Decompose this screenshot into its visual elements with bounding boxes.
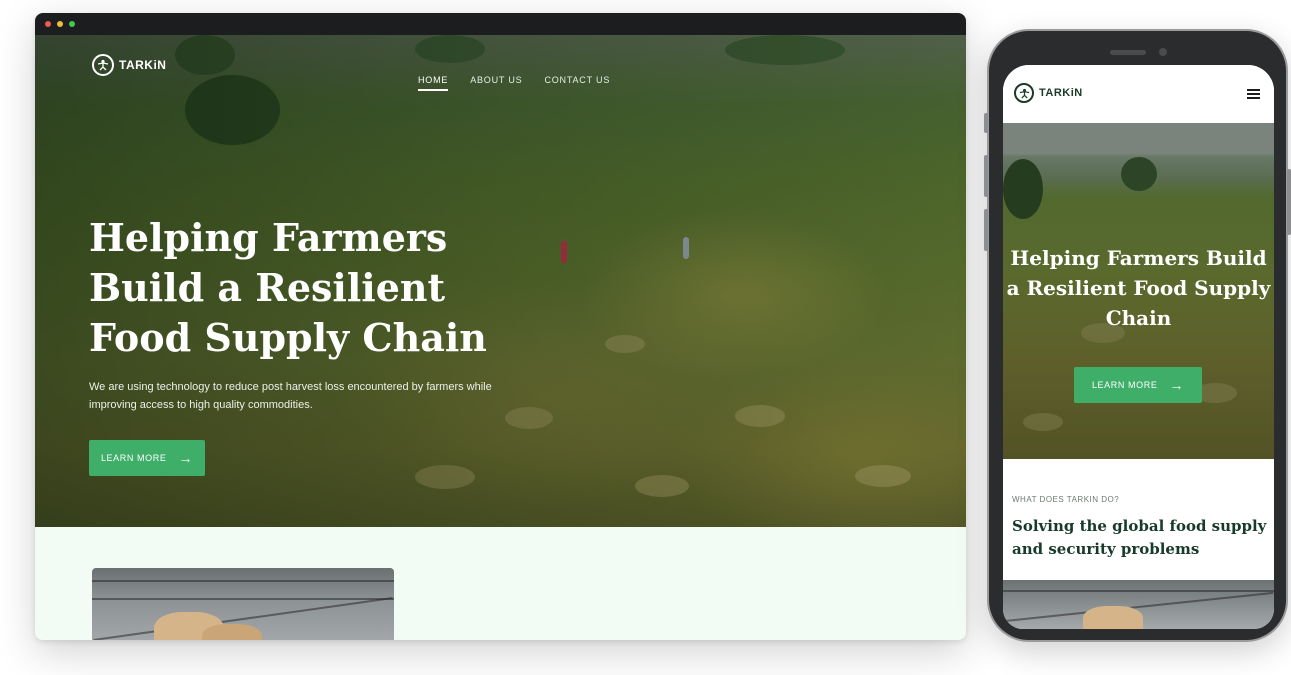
arrow-right-icon: → [178,450,194,466]
brand-logo[interactable]: TARKiN [92,54,166,76]
minimize-window-dot[interactable] [57,21,63,27]
mobile-hero-section: Helping Farmers Build a Resilient Food S… [1003,123,1274,459]
nav-item-about-us[interactable]: ABOUT US [470,75,522,91]
roof-beam [1003,590,1274,592]
logo-icon [92,54,114,76]
browser-title-bar [35,13,966,35]
phone-camera [1159,48,1167,56]
content-section [35,527,966,640]
hero-section: TARKiN HOME ABOUT US CONTACT US Helping … [35,35,966,527]
mobile-brand-logo[interactable]: TARKiN [1014,83,1083,103]
phone-side-button [984,155,988,197]
grain-sack [202,624,262,640]
mobile-learn-more-button[interactable]: LEARN MORE → [1074,367,1202,403]
mobile-screen: TARKiN Helping Farmers Build a Resilient… [1003,65,1274,629]
roof-beam [92,598,394,600]
grain-sack [1083,606,1143,629]
mobile-hero-title: Helping Farmers Build a Resilient Food S… [1006,246,1271,330]
maximize-window-dot[interactable] [69,21,75,27]
phone-speaker [1110,50,1146,55]
warehouse-image [92,568,394,640]
mobile-warehouse-image [1003,580,1274,629]
logo-icon [1014,83,1034,103]
nav-item-contact-us[interactable]: CONTACT US [544,75,610,91]
phone-side-button [984,209,988,251]
brand-name: TARKiN [119,58,167,72]
phone-side-button [1287,169,1291,235]
learn-more-label: LEARN MORE [100,453,167,463]
hero-title: Helping Farmers Build a Resilient Food S… [89,215,487,360]
hamburger-menu-icon[interactable] [1247,89,1260,99]
mobile-learn-more-label: LEARN MORE [1091,380,1158,390]
roof-beam [92,580,394,582]
main-navigation: HOME ABOUT US CONTACT US [418,75,610,91]
nav-item-home[interactable]: HOME [418,75,449,91]
arrow-right-icon: → [1169,377,1185,393]
learn-more-button[interactable]: LEARN MORE → [89,440,205,476]
desktop-browser-mockup: TARKiN HOME ABOUT US CONTACT US Helping … [35,13,966,640]
mobile-header: TARKiN [1003,65,1274,123]
mobile-section-label: WHAT DOES TARKIN DO? [1012,495,1120,504]
phone-side-button [984,113,988,133]
phone-mockup: TARKiN Helping Farmers Build a Resilient… [984,29,1291,642]
mobile-section-title: Solving the global food supply and secur… [1012,517,1267,558]
close-window-dot[interactable] [45,21,51,27]
hero-subtitle: We are using technology to reduce post h… [89,381,492,411]
mobile-brand-name: TARKiN [1039,87,1083,99]
